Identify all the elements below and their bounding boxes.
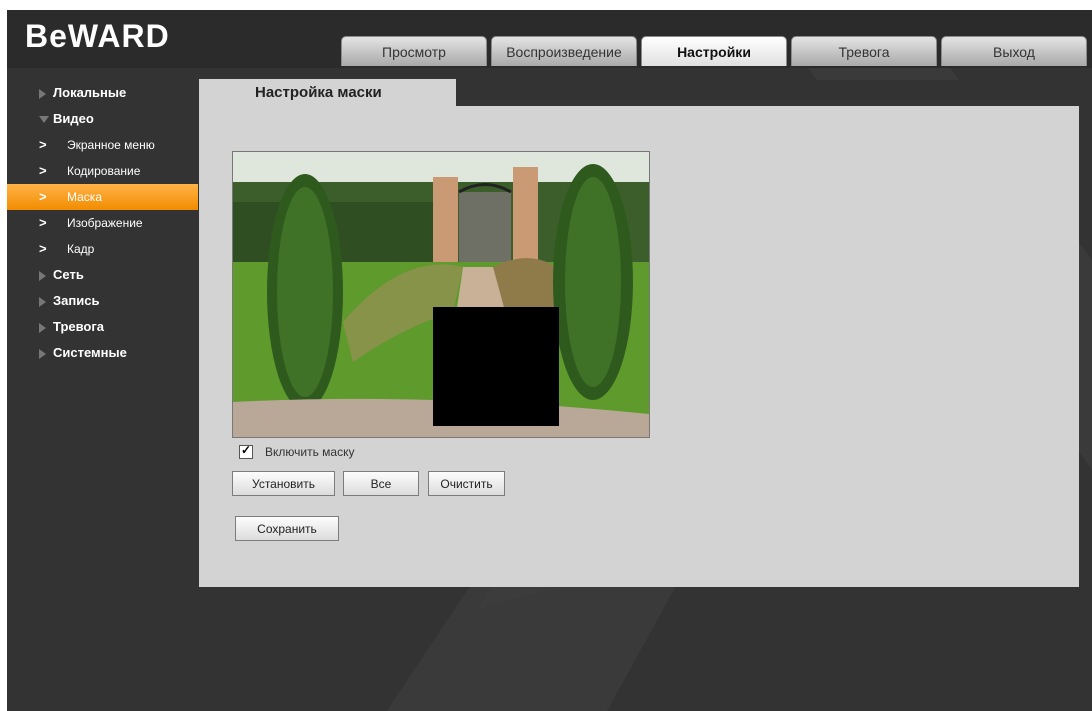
sidebar-item-record[interactable]: Запись xyxy=(7,288,199,314)
tab-alarm[interactable]: Тревога xyxy=(791,36,937,66)
sidebar-item-alarm[interactable]: Тревога xyxy=(7,314,199,340)
collapsed-arrow-icon xyxy=(39,349,46,359)
privacy-mask-area[interactable] xyxy=(433,307,559,426)
clear-button[interactable]: Очистить xyxy=(428,471,505,496)
chevron-right-icon: > xyxy=(39,163,47,178)
tab-playback[interactable]: Воспроизведение xyxy=(491,36,637,66)
sidebar-item-video[interactable]: Видео xyxy=(7,106,199,132)
collapsed-arrow-icon xyxy=(39,89,46,99)
panel-title-tab: Настройка маски xyxy=(199,79,456,106)
save-button[interactable]: Сохранить xyxy=(235,516,339,541)
mask-settings-panel: Настройка маски ✓ Включить маску Установ… xyxy=(199,79,1079,587)
tab-view[interactable]: Просмотр xyxy=(341,36,487,66)
header-bar: BeWARD Просмотр Воспроизведение Настройк… xyxy=(7,10,1092,68)
chevron-right-icon: > xyxy=(39,137,47,152)
sidebar-item-network[interactable]: Сеть xyxy=(7,262,199,288)
tab-logout[interactable]: Выход xyxy=(941,36,1087,66)
sidebar-item-system[interactable]: Системные xyxy=(7,340,199,366)
collapsed-arrow-icon xyxy=(39,323,46,333)
sidebar-subitem-osd[interactable]: > Экранное меню xyxy=(7,132,199,158)
beward-logo: BeWARD xyxy=(25,18,170,54)
enable-mask-row[interactable]: Включить маску xyxy=(239,443,355,459)
collapsed-arrow-icon xyxy=(39,271,46,281)
top-navigation: Просмотр Воспроизведение Настройки Трево… xyxy=(341,36,1091,67)
sidebar-subitem-image[interactable]: > Изображение xyxy=(7,210,199,236)
sidebar-item-local[interactable]: Локальные xyxy=(7,80,199,106)
chevron-right-icon: > xyxy=(39,241,47,256)
enable-mask-checkbox[interactable] xyxy=(239,443,253,459)
sidebar-subitem-encoding[interactable]: > Кодирование xyxy=(7,158,199,184)
set-button[interactable]: Установить xyxy=(232,471,335,496)
panel-top-bar xyxy=(456,80,1079,106)
app-window: BeWARD Просмотр Воспроизведение Настройк… xyxy=(7,10,1092,711)
chevron-right-icon: > xyxy=(39,215,47,230)
expanded-arrow-icon xyxy=(39,116,49,123)
chevron-right-icon: > xyxy=(39,189,47,204)
sidebar-subitem-frame[interactable]: > Кадр xyxy=(7,236,199,262)
tab-settings[interactable]: Настройки xyxy=(641,36,787,66)
video-preview[interactable] xyxy=(232,151,650,438)
enable-mask-label: Включить маску xyxy=(265,445,355,459)
select-all-button[interactable]: Все xyxy=(343,471,419,496)
sidebar-menu: Локальные Видео > Экранное меню > Кодирова… xyxy=(7,80,199,366)
sidebar-subitem-mask[interactable]: > Маска xyxy=(7,184,198,210)
collapsed-arrow-icon xyxy=(39,297,46,307)
